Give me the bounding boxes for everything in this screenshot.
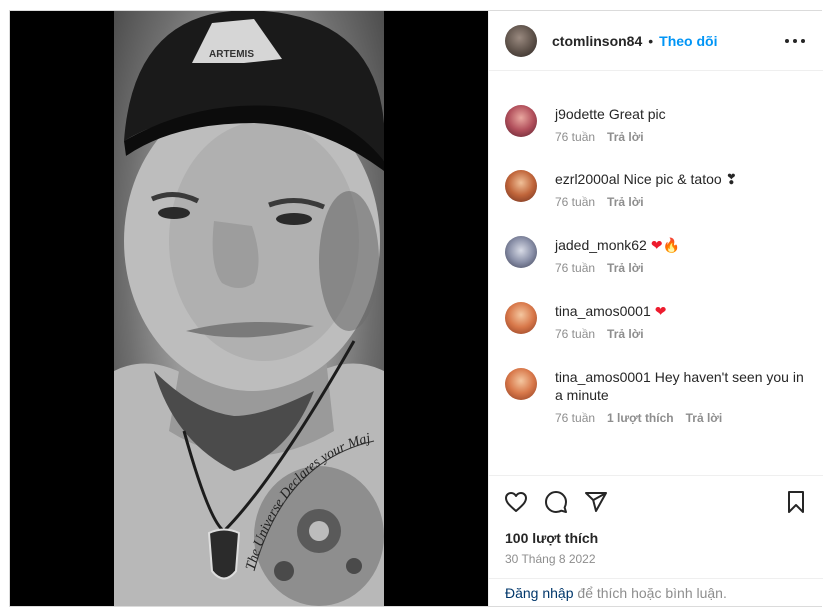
heart-outline-icon[interactable] <box>503 490 529 514</box>
commenter-avatar[interactable] <box>505 236 537 268</box>
login-link[interactable]: Đăng nhập <box>505 585 574 601</box>
comment-meta: 76 tuần Trả lời <box>555 195 805 209</box>
commenter-avatar[interactable] <box>505 302 537 334</box>
comment-likes[interactable]: 1 lượt thích <box>607 411 674 425</box>
follow-button[interactable]: Theo dõi <box>659 33 717 49</box>
comment-username[interactable]: tina_amos0001 <box>555 369 651 385</box>
post-actions <box>489 475 823 525</box>
comment-text-line: j9odette Great pic <box>555 105 805 123</box>
login-suffix: để thích hoặc bình luận. <box>573 585 727 601</box>
reply-button[interactable]: Trả lời <box>607 195 644 209</box>
login-prompt: Đăng nhập để thích hoặc bình luận. <box>489 578 823 606</box>
reply-button[interactable]: Trả lời <box>607 327 644 341</box>
post-dialog: ARTEMIS The Universe Declares your Maj c… <box>9 10 823 607</box>
comment-time[interactable]: 76 tuần <box>555 327 595 341</box>
comment-username[interactable]: j9odette <box>555 106 605 122</box>
bookmark-icon[interactable] <box>785 490 807 514</box>
likes-count[interactable]: 100 lượt thích <box>505 530 598 546</box>
comment-text: Great pic <box>608 106 666 122</box>
comment-meta: 76 tuần Trả lời <box>555 327 805 341</box>
post-photo: ARTEMIS The Universe Declares your Maj <box>114 11 384 606</box>
reply-button[interactable]: Trả lời <box>686 411 723 425</box>
comment-text: Nice pic & tatoo ❣ <box>623 171 738 187</box>
reply-button[interactable]: Trả lời <box>607 261 644 275</box>
post-date: 30 Tháng 8 2022 <box>505 552 596 566</box>
more-options-icon[interactable] <box>785 33 805 49</box>
comment-meta: 76 tuần Trả lời <box>555 130 805 144</box>
post-header: ctomlinson84 • Theo dõi <box>489 11 823 71</box>
comment-text-line: jaded_monk62 ❤🔥 <box>555 236 805 254</box>
cap-logo-text: ARTEMIS <box>209 49 254 60</box>
comment-username[interactable]: jaded_monk62 <box>555 237 647 253</box>
comment-username[interactable]: ezrl2000al <box>555 171 620 187</box>
comment-time[interactable]: 76 tuần <box>555 130 595 144</box>
post-media[interactable]: ARTEMIS The Universe Declares your Maj <box>10 11 488 606</box>
header-separator: • <box>648 32 654 49</box>
comment-text: ❤🔥 <box>650 237 681 253</box>
comment-meta: 76 tuần 1 lượt thích Trả lời <box>555 411 805 425</box>
comment-text-line: ezrl2000al Nice pic & tatoo ❣ <box>555 170 805 188</box>
commenter-avatar[interactable] <box>505 368 537 400</box>
comment-text-line: tina_amos0001 ❤ <box>555 302 805 320</box>
comment-time[interactable]: 76 tuần <box>555 261 595 275</box>
owner-username[interactable]: ctomlinson84 <box>552 33 642 49</box>
comment-text: ❤ <box>654 303 667 319</box>
commenter-avatar[interactable] <box>505 170 537 202</box>
comment-time[interactable]: 76 tuần <box>555 411 595 425</box>
reply-button[interactable]: Trả lời <box>607 130 644 144</box>
comment-text-line: tina_amos0001 Hey haven't seen you in a m… <box>555 368 805 404</box>
comment-meta: 76 tuần Trả lời <box>555 261 805 275</box>
comment-time[interactable]: 76 tuần <box>555 195 595 209</box>
portrait-illustration: ARTEMIS The Universe Declares your Maj <box>114 11 384 606</box>
commenter-avatar[interactable] <box>505 105 537 137</box>
comments-list: j9odette Great pic 76 tuần Trả lời ezrl20… <box>489 71 823 475</box>
paper-plane-icon[interactable] <box>583 490 609 514</box>
post-side-panel: ctomlinson84 • Theo dõi j9odette Great pi… <box>488 11 823 606</box>
comment-username[interactable]: tina_amos0001 <box>555 303 651 319</box>
speech-bubble-icon[interactable] <box>543 490 569 514</box>
owner-avatar[interactable] <box>505 24 537 57</box>
